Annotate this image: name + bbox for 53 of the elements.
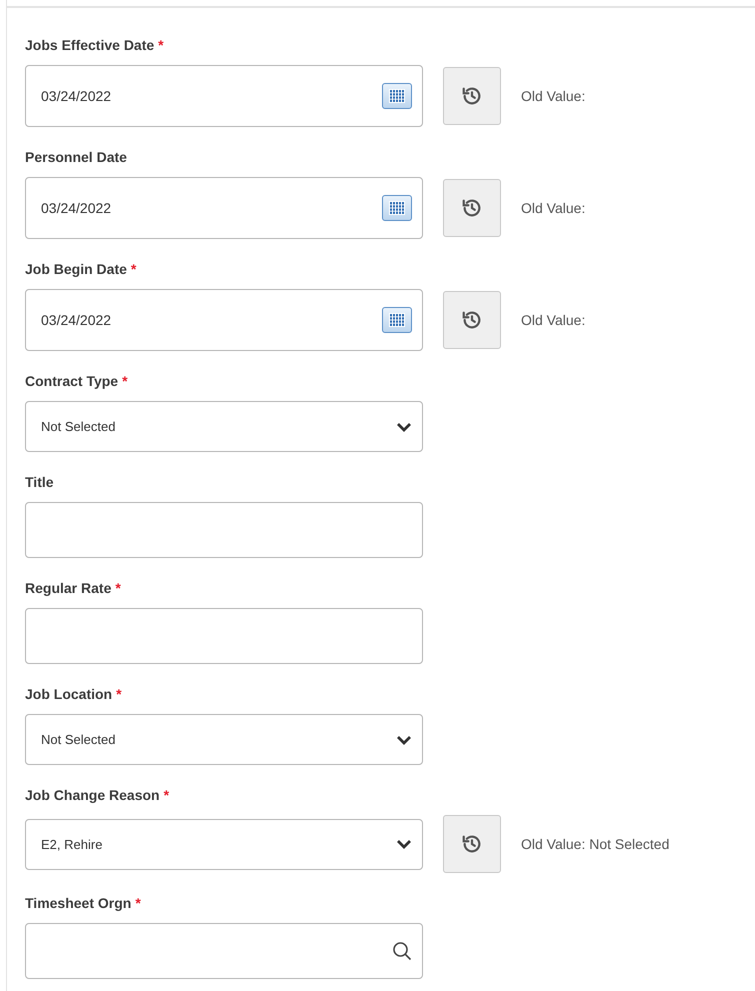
input-field[interactable] <box>25 502 423 558</box>
calendar-button[interactable] <box>382 195 412 221</box>
chevron-down-icon <box>396 838 412 850</box>
date-field[interactable]: 03/24/2022 <box>25 177 423 239</box>
history-button[interactable] <box>443 179 501 237</box>
required-mark: * <box>130 260 136 279</box>
old-value-text: Old Value: <box>521 312 586 328</box>
field-label: Contract Type <box>25 372 118 391</box>
history-button[interactable] <box>443 815 501 873</box>
required-mark: * <box>135 894 141 913</box>
field-label: Jobs Effective Date <box>25 36 154 55</box>
field-label: Job Location <box>25 685 112 704</box>
calendar-icon <box>389 89 405 103</box>
field-label: Job Begin Date <box>25 260 127 279</box>
dropdown[interactable]: Not Selected <box>25 714 423 765</box>
calendar-icon <box>389 201 405 215</box>
required-mark: * <box>158 36 164 55</box>
required-mark: * <box>115 579 121 598</box>
chevron-down-icon <box>396 420 412 432</box>
history-icon <box>461 197 483 219</box>
selected-value: E2, Rehire <box>41 836 102 852</box>
required-mark: * <box>164 786 170 805</box>
field-label: Title <box>25 473 54 492</box>
dropdown[interactable]: E2, Rehire <box>25 818 423 870</box>
selected-value: Not Selected <box>41 419 116 434</box>
date-field[interactable]: 03/24/2022 <box>25 65 423 127</box>
selected-value: Not Selected <box>41 732 116 747</box>
date-value: 03/24/2022 <box>41 88 112 104</box>
history-button[interactable] <box>443 67 501 125</box>
dropdown[interactable]: Not Selected <box>25 401 423 452</box>
old-value-text: Old Value: <box>521 88 586 104</box>
input-field[interactable] <box>25 608 423 664</box>
history-icon <box>461 833 483 855</box>
field-label: Job Change Reason <box>25 786 160 805</box>
calendar-button[interactable] <box>382 83 412 109</box>
date-value: 03/24/2022 <box>41 200 112 216</box>
date-field[interactable]: 03/24/2022 <box>25 289 423 351</box>
chevron-down-icon <box>396 734 412 746</box>
old-value-text: Old Value: Not Selected <box>521 836 670 852</box>
history-button[interactable] <box>443 291 501 349</box>
search-icon <box>392 941 412 961</box>
history-icon <box>461 309 483 331</box>
field-label: Regular Rate <box>25 579 112 598</box>
field-label: Timesheet Orgn <box>25 894 132 913</box>
date-value: 03/24/2022 <box>41 312 112 328</box>
search-field[interactable] <box>25 923 423 979</box>
field-label: Personnel Date <box>25 148 127 167</box>
required-mark: * <box>122 372 128 391</box>
required-mark: * <box>116 685 122 704</box>
calendar-icon <box>389 313 405 327</box>
old-value-text: Old Value: <box>521 200 586 216</box>
calendar-button[interactable] <box>382 307 412 333</box>
history-icon <box>461 85 483 107</box>
